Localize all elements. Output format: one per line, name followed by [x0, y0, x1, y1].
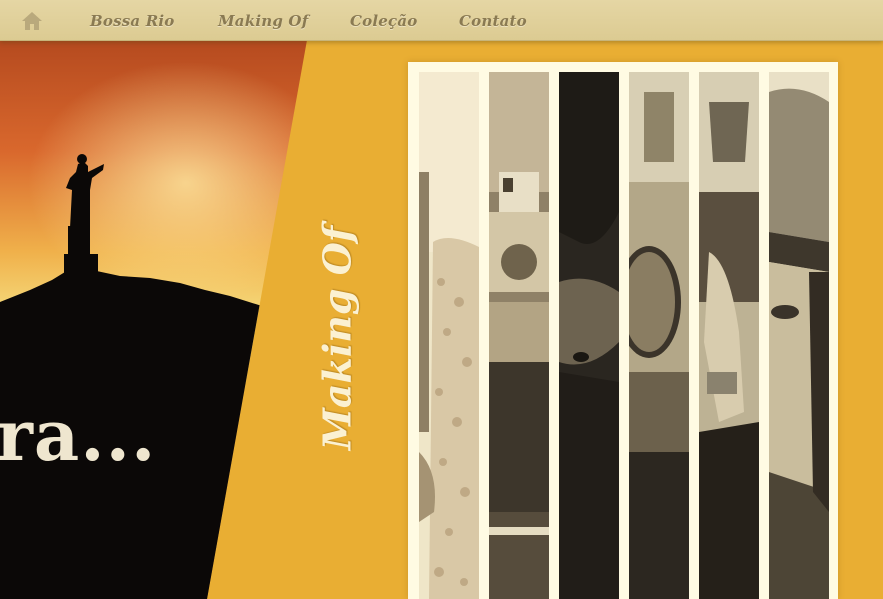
hero-image: ra...	[0, 40, 307, 599]
photo-strip-6[interactable]	[769, 72, 829, 599]
photo-strip-1[interactable]	[419, 72, 479, 599]
section-title: Making Of	[314, 225, 360, 451]
photo-strip-2[interactable]	[489, 72, 549, 599]
nav-link-bossa-rio[interactable]: Bossa Rio	[90, 12, 174, 30]
home-icon[interactable]	[20, 10, 44, 32]
photo-strip-3[interactable]	[559, 72, 619, 599]
hero-text: ra...	[0, 394, 157, 477]
hero-silhouette	[0, 154, 307, 599]
photo-strip-4[interactable]	[629, 72, 689, 599]
nav-link-colecao[interactable]: Coleção	[350, 12, 417, 30]
nav-link-making-of[interactable]: Making Of	[218, 12, 308, 30]
photo-strip-5[interactable]	[699, 72, 759, 599]
top-nav: Bossa Rio Making Of Coleção Contato	[0, 0, 883, 41]
nav-link-contato[interactable]: Contato	[459, 12, 527, 30]
gallery-frame	[408, 62, 838, 599]
